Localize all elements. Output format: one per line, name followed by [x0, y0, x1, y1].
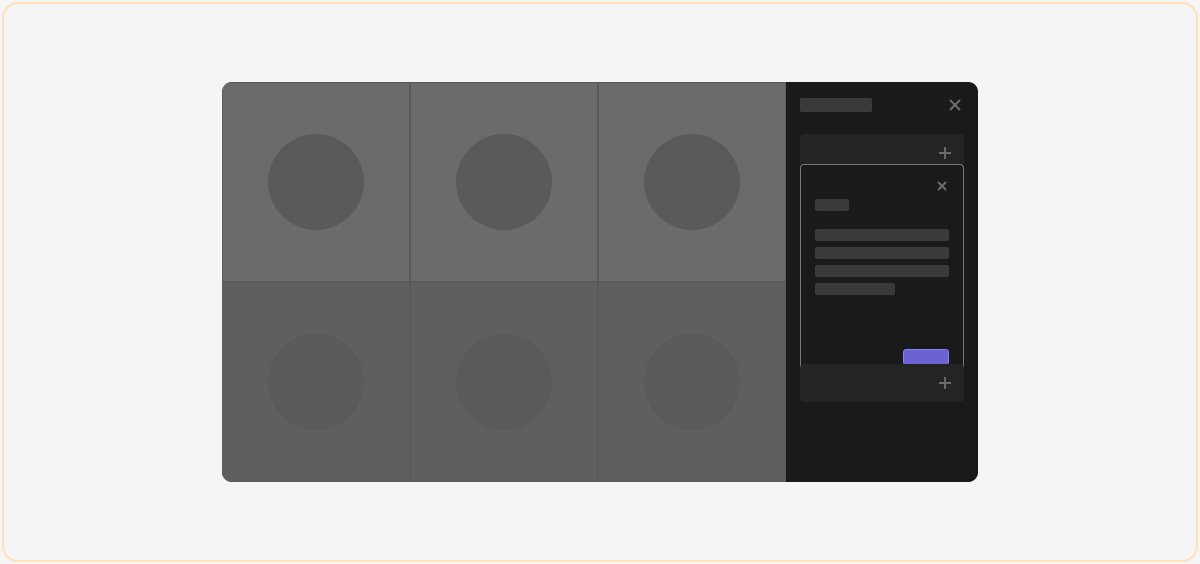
avatar-placeholder-icon [268, 334, 364, 430]
close-sidebar-button[interactable] [946, 96, 964, 114]
grid-cell[interactable] [598, 82, 786, 282]
grid-cell[interactable] [410, 282, 598, 482]
sidebar-title [800, 98, 872, 112]
add-panel-button[interactable] [936, 144, 954, 162]
outer-card [2, 2, 1198, 562]
close-icon [948, 98, 962, 112]
plus-icon [937, 145, 953, 161]
grid-cell[interactable] [410, 82, 598, 282]
avatar-placeholder-icon [268, 134, 364, 230]
add-panel-button[interactable] [936, 374, 954, 392]
close-popup-button[interactable] [935, 179, 949, 193]
close-icon [936, 180, 948, 192]
plus-icon [937, 375, 953, 391]
avatar-placeholder-icon [456, 134, 552, 230]
sidebar-header [800, 96, 964, 114]
avatar-placeholder-icon [456, 334, 552, 430]
sidebar [786, 82, 978, 482]
panel-bar[interactable] [800, 364, 964, 402]
popup-footer [815, 349, 949, 365]
avatar-placeholder-icon [644, 134, 740, 230]
popup-text-line [815, 265, 949, 277]
main-grid [222, 82, 786, 482]
grid-cell[interactable] [222, 82, 410, 282]
grid-cell[interactable] [598, 282, 786, 482]
popup-label [815, 199, 849, 211]
popup-text-line [815, 229, 949, 241]
grid-cell[interactable] [222, 282, 410, 482]
avatar-placeholder-icon [644, 334, 740, 430]
popup-description [815, 229, 949, 295]
popup-dialog [800, 164, 964, 380]
popup-text-line [815, 283, 895, 295]
popup-header [815, 179, 949, 193]
app-window [222, 82, 978, 482]
popup-text-line [815, 247, 949, 259]
popup-action-button[interactable] [903, 349, 949, 365]
